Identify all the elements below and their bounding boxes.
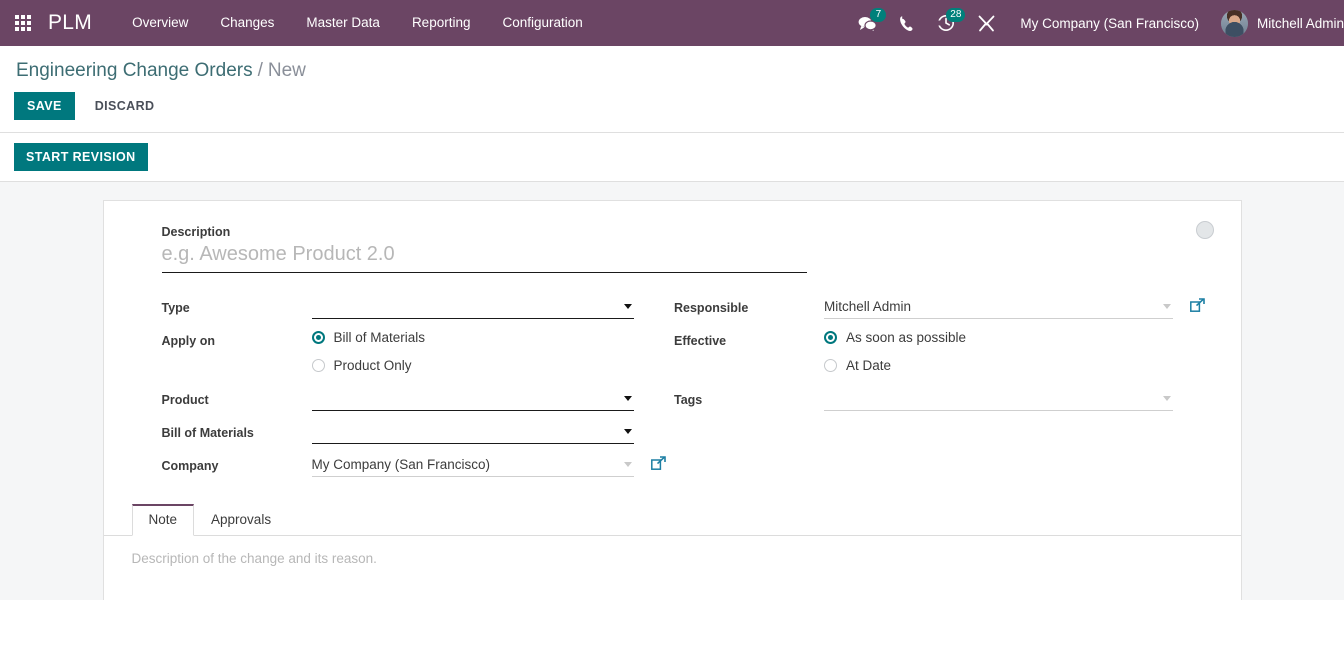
description-input[interactable] [162,241,807,273]
product-label: Product [162,387,312,408]
chevron-down-icon[interactable] [624,396,632,401]
top-navbar: PLM Overview Changes Master Data Reporti… [0,0,1344,46]
chevron-down-icon[interactable] [624,429,632,434]
company-label: Company [162,453,312,474]
breadcrumb-current: New [268,60,306,82]
type-field[interactable] [312,295,635,319]
voip-menu[interactable] [888,0,926,46]
tab-approvals[interactable]: Approvals [194,504,288,536]
form-scroll-area: Description Type Apply on [0,182,1344,600]
save-button[interactable]: SAVE [14,92,75,120]
description-label: Description [162,225,807,239]
tags-label: Tags [674,387,824,408]
control-panel: Engineering Change Orders / New SAVE DIS… [0,46,1344,182]
effective-label: Effective [674,328,824,349]
radio-label: Bill of Materials [334,330,426,345]
radio-label: Product Only [334,358,412,373]
chevron-down-icon[interactable] [624,462,632,467]
note-tab-pane: Description of the change and its reason… [104,536,1241,600]
tab-note[interactable]: Note [132,504,195,536]
breadcrumb: Engineering Change Orders / New [0,46,1344,82]
radio-indicator[interactable] [312,331,325,344]
notebook: Note Approvals Description of the change… [104,504,1241,600]
product-input[interactable] [312,387,635,410]
type-label: Type [162,295,312,316]
menu-item-configuration[interactable]: Configuration [486,0,598,46]
field-row-bom: Bill of Materials [162,420,673,447]
field-row-type: Type [162,295,673,322]
chevron-down-icon[interactable] [1163,396,1171,401]
company-switcher[interactable]: My Company (San Francisco) [1006,16,1213,31]
responsible-label: Responsible [674,295,824,316]
menu-item-reporting[interactable]: Reporting [396,0,487,46]
radio-indicator[interactable] [312,359,325,372]
apply-on-radio-group: Bill of Materials Product Only [312,328,635,373]
chevron-down-icon[interactable] [624,304,632,309]
radio-effective-asap[interactable]: As soon as possible [824,330,1173,345]
breadcrumb-separator: / [258,60,263,82]
activities-badge: 28 [946,8,965,22]
messages-badge: 7 [870,8,886,22]
apps-grid-icon[interactable] [0,0,46,46]
company-external-link-icon[interactable] [651,456,666,471]
radio-effective-at-date[interactable]: At Date [824,358,1173,373]
menu-item-master-data[interactable]: Master Data [290,0,396,46]
responsible-external-link-icon[interactable] [1190,298,1205,313]
chevron-down-icon[interactable] [1163,304,1171,309]
tools-wrench-icon [978,15,995,32]
menu-item-overview[interactable]: Overview [116,0,204,46]
messages-menu[interactable]: 7 [847,0,888,46]
company-input[interactable] [312,453,635,476]
main-menu: Overview Changes Master Data Reporting C… [116,0,599,46]
note-editor[interactable]: Description of the change and its reason… [132,550,1213,600]
debug-menu[interactable] [967,0,1006,46]
phone-icon [899,15,915,32]
form-sheet: Description Type Apply on [103,200,1242,600]
form-column-left: Type Apply on Bill of [134,295,673,486]
field-row-apply-on: Apply on Bill of Materials Product Only [162,328,673,373]
tags-input[interactable] [824,387,1173,410]
field-row-product: Product [162,387,673,414]
breadcrumb-root[interactable]: Engineering Change Orders [16,60,253,82]
apply-on-label: Apply on [162,328,312,349]
navbar-right-tools: 7 28 My Company (San Francisco) Mitc [847,0,1344,46]
start-revision-button[interactable]: START REVISION [14,143,148,171]
discard-button[interactable]: DISCARD [82,92,168,120]
product-field[interactable] [312,387,635,411]
radio-indicator[interactable] [824,359,837,372]
activities-menu[interactable]: 28 [926,0,967,46]
bom-label: Bill of Materials [162,420,312,441]
radio-apply-on-bom[interactable]: Bill of Materials [312,330,635,345]
radio-label: As soon as possible [846,330,966,345]
responsible-input[interactable] [824,295,1173,318]
radio-apply-on-product-only[interactable]: Product Only [312,358,635,373]
form-column-right: Responsible [672,295,1211,486]
radio-indicator[interactable] [824,331,837,344]
description-field-group: Description [162,225,807,273]
user-name-label: Mitchell Admin [1257,16,1344,31]
field-row-company: Company [162,453,673,480]
effective-radio-group: As soon as possible At Date [824,328,1173,373]
bom-input[interactable] [312,420,635,443]
responsible-field[interactable] [824,295,1173,319]
priority-circle-icon[interactable] [1196,221,1214,239]
record-actions: SAVE DISCARD [0,82,1344,133]
radio-label: At Date [846,358,891,373]
company-field[interactable] [312,453,635,477]
field-row-tags: Tags [674,387,1211,414]
statusbar: START REVISION [0,133,1344,182]
tags-field[interactable] [824,387,1173,411]
field-row-responsible: Responsible [674,295,1211,322]
field-row-effective: Effective As soon as possible At Date [674,328,1211,373]
notebook-tabs: Note Approvals [104,504,1241,536]
user-avatar [1221,10,1248,37]
bom-field[interactable] [312,420,635,444]
user-menu[interactable]: Mitchell Admin [1213,10,1344,37]
type-input[interactable] [312,295,635,318]
menu-item-changes[interactable]: Changes [204,0,290,46]
form-columns: Type Apply on Bill of [134,295,1211,486]
app-brand-plm[interactable]: PLM [46,11,102,35]
